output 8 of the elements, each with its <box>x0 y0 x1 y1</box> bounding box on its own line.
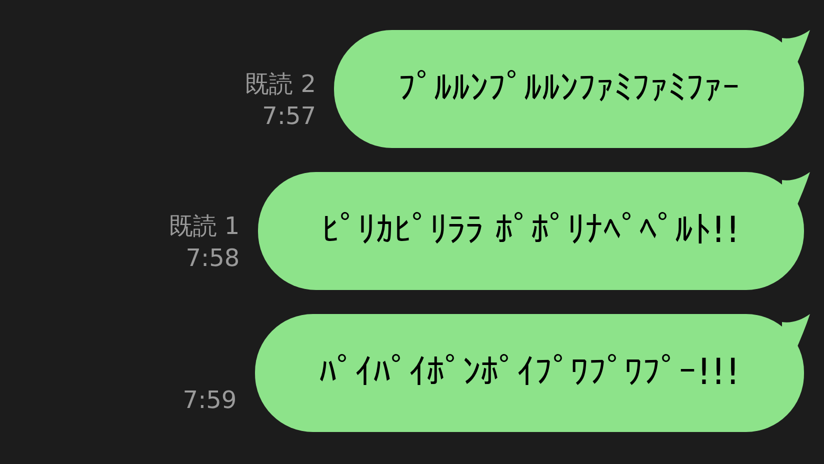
read-receipt: 既読 2 <box>245 69 316 100</box>
message-time: 7:58 <box>186 243 240 274</box>
read-receipt: 既読 1 <box>168 211 240 242</box>
message-bubble: ﾋﾟﾘｶﾋﾟﾘﾗﾗ ﾎﾟﾎﾟﾘﾅﾍﾟﾍﾟﾙﾄ!! <box>258 172 804 290</box>
message-time: 7:59 <box>182 385 237 416</box>
message-time: 7:57 <box>262 101 316 132</box>
message-bubble: ﾌﾟﾙﾙﾝﾌﾟﾙﾙﾝﾌｧﾐﾌｧﾐﾌｧｰ <box>334 30 804 148</box>
message-bubble: ﾊﾟｲﾊﾟｲﾎﾟﾝﾎﾟｲﾌﾟﾜﾌﾟﾜﾌﾟｰ!!! <box>254 314 804 432</box>
